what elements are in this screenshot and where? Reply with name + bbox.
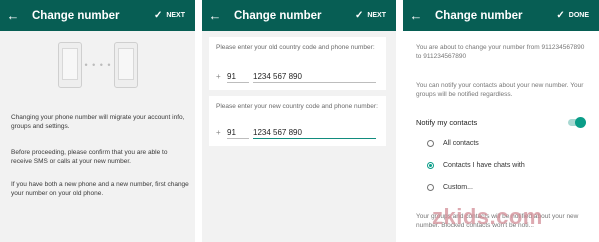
option-all-contacts[interactable]: All contacts: [427, 138, 479, 148]
old-phone-advice-text: If you have both a new phone and a new n…: [11, 181, 189, 197]
change-number-intro-screen: ← Change number ✓ NEXT • • • • Changing …: [0, 0, 195, 242]
option-label: All contacts: [443, 139, 479, 147]
done-label: DONE: [568, 12, 589, 19]
plus-sign: +: [216, 72, 221, 81]
done-button[interactable]: ✓ DONE: [556, 10, 599, 21]
back-arrow-icon[interactable]: ←: [403, 8, 429, 23]
change-summary-text: You are about to change your number from…: [416, 44, 585, 60]
check-icon: ✓: [153, 10, 163, 21]
check-icon: ✓: [354, 10, 364, 21]
notify-contacts-label: Notify my contacts: [416, 118, 478, 127]
new-phone-icon: [114, 42, 138, 88]
app-bar: ← Change number ✓ NEXT: [0, 0, 195, 31]
watermark: zkids.com: [432, 204, 543, 229]
notify-contacts-toggle[interactable]: [568, 117, 586, 128]
transfer-dots-icon: • • • •: [84, 60, 112, 70]
app-bar: ← Change number ✓ DONE: [403, 0, 599, 31]
confirm-sms-text: Before proceeding, please confirm that y…: [11, 149, 168, 165]
page-title: Change number: [32, 9, 120, 22]
radio-button-icon: [427, 139, 434, 147]
radio-button-selected-icon: [427, 161, 434, 169]
new-number-row: + 91 1234 567 890: [216, 128, 376, 140]
check-icon: ✓: [556, 10, 565, 21]
phones-illustration: • • • •: [58, 42, 138, 90]
old-number-card: Please enter your old country code and p…: [209, 37, 386, 90]
old-phone-icon: [58, 42, 82, 88]
option-custom[interactable]: Custom...: [427, 182, 473, 192]
option-label: Contacts I have chats with: [443, 161, 525, 169]
old-number-label: Please enter your old country code and p…: [216, 44, 375, 51]
option-label: Custom...: [443, 183, 473, 191]
next-button[interactable]: ✓ NEXT: [154, 10, 195, 21]
radio-button-icon: [427, 183, 434, 191]
new-country-code-field[interactable]: 91: [227, 128, 249, 139]
app-bar: ← Change number ✓ NEXT: [202, 0, 396, 31]
new-number-label: Please enter your new country code and p…: [216, 103, 378, 110]
next-button[interactable]: ✓ NEXT: [355, 10, 396, 21]
old-phone-number-field[interactable]: 1234 567 890: [253, 72, 376, 83]
migration-info-text: Changing your phone number will migrate …: [11, 114, 185, 130]
page-title: Change number: [234, 9, 322, 22]
back-arrow-icon[interactable]: ←: [202, 8, 228, 23]
option-contacts-with-chats[interactable]: Contacts I have chats with: [427, 160, 525, 170]
page-title: Change number: [435, 9, 523, 22]
back-arrow-icon[interactable]: ←: [0, 8, 26, 23]
old-number-row: + 91 1234 567 890: [216, 72, 376, 84]
notify-description-text: You can notify your contacts about your …: [416, 82, 584, 98]
next-label: NEXT: [166, 12, 185, 19]
plus-sign: +: [216, 128, 221, 137]
new-phone-number-field[interactable]: 1234 567 890: [253, 128, 376, 139]
next-label: NEXT: [367, 12, 386, 19]
new-number-card: Please enter your new country code and p…: [209, 96, 386, 146]
enter-numbers-screen: ← Change number ✓ NEXT Please enter your…: [202, 0, 396, 242]
old-country-code-field[interactable]: 91: [227, 72, 249, 83]
